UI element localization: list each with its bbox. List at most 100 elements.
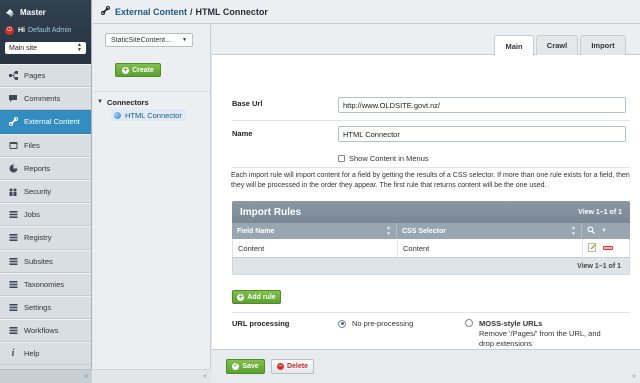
grid-title: Import Rules xyxy=(240,206,302,218)
plus-icon: + xyxy=(122,66,130,74)
nav-item-jobs[interactable]: Jobs xyxy=(0,203,91,227)
edit-panel: Main Crawl Import Base Url http://www.OL… xyxy=(212,25,640,383)
greeting: Hi xyxy=(18,27,25,34)
save-button[interactable]: ✓ Save xyxy=(226,359,265,374)
nav-item-settings[interactable]: Settings xyxy=(0,295,91,320)
logout-icon[interactable]: ⏻ xyxy=(5,26,14,35)
sort-icon: ▲ ▼ xyxy=(571,225,576,237)
show-in-menus-row: Show Content in Menus xyxy=(338,154,429,163)
silverstripe-logo-icon[interactable] xyxy=(5,7,15,17)
settings-icon xyxy=(8,302,18,312)
nav-item-workflows[interactable]: Workflows xyxy=(0,319,91,343)
resize-grip-icon[interactable]: « xyxy=(632,373,636,380)
action-bar: ✓ Save – Delete « xyxy=(212,349,640,383)
nav-item-files[interactable]: Files xyxy=(0,133,91,157)
grid-search-cell: ▼ xyxy=(582,223,630,239)
nav-item-taxonomies[interactable]: Taxonomies xyxy=(0,272,91,296)
minus-icon: – xyxy=(276,363,284,370)
tab-bar: Main Crawl Import xyxy=(212,25,640,56)
tree-footer: « xyxy=(93,369,211,383)
tree-panel: StaticSiteContent... ▼ + Create ▼ Connec… xyxy=(93,25,211,383)
grid-footer: View 1–1 of 1 xyxy=(232,257,630,275)
link-icon xyxy=(8,117,18,127)
list-icon xyxy=(8,233,18,243)
show-in-menus-label: Show Content in Menus xyxy=(349,154,429,163)
grid-title-bar: Import Rules View 1–1 of 1 xyxy=(232,201,630,223)
select-arrows-icon: ▲ ▼ xyxy=(77,42,82,53)
url-processing-label: URL processing xyxy=(232,319,290,328)
tab-import[interactable]: Import xyxy=(580,35,626,55)
base-url-input[interactable]: http://www.OLDSITE.govt.nz/ xyxy=(338,97,626,113)
check-icon: ✓ xyxy=(232,363,240,370)
name-input[interactable]: HTML Connector xyxy=(338,126,626,142)
show-in-menus-checkbox[interactable] xyxy=(338,155,345,162)
delete-row-icon[interactable] xyxy=(603,244,613,253)
column-header-css-selector[interactable]: CSS Selector ▲ ▼ xyxy=(397,223,582,239)
nav-item-security[interactable]: Security xyxy=(0,179,91,204)
column-header-field-name[interactable]: Field Name ▲ ▼ xyxy=(232,223,397,239)
tab-crawl[interactable]: Crawl xyxy=(536,35,578,55)
site-select[interactable]: Main site ▲ ▼ xyxy=(5,42,86,54)
globe-icon xyxy=(114,111,121,119)
collapse-grip-icon[interactable]: « xyxy=(203,373,207,380)
tab-main[interactable]: Main xyxy=(494,35,534,56)
page-title: HTML Connector xyxy=(195,6,268,17)
base-url-label: Base Url xyxy=(232,99,263,108)
link-icon xyxy=(100,5,111,17)
tree-node-connectors[interactable]: ▼ Connectors xyxy=(97,97,210,107)
table-row[interactable]: Content Content xyxy=(232,239,630,257)
breadcrumb-link[interactable]: External Content xyxy=(115,7,187,17)
delete-button[interactable]: – Delete xyxy=(271,359,314,374)
base-url-row: Base Url xyxy=(232,99,262,108)
collapse-grip-icon[interactable]: « xyxy=(84,373,88,380)
list-icon xyxy=(8,256,18,266)
divider xyxy=(232,312,630,313)
import-rules-help-text: Each import rule will import content for… xyxy=(231,172,630,189)
cell-field-name: Content xyxy=(233,239,398,257)
list-icon xyxy=(8,279,18,289)
radio-selected[interactable] xyxy=(338,319,346,328)
url-option-moss[interactable]: MOSS-style URLs Remove '/Pages/' from th… xyxy=(465,319,601,349)
divider xyxy=(232,167,630,168)
nav-item-comments[interactable]: Comments xyxy=(0,87,91,111)
plus-icon: + xyxy=(237,293,245,301)
chevron-down-icon[interactable]: ▼ xyxy=(601,228,607,234)
expand-triangle-icon[interactable]: ▼ xyxy=(97,99,103,105)
users-icon xyxy=(8,187,18,197)
breadcrumb: External Content / HTML Connector xyxy=(93,0,640,24)
list-icon xyxy=(8,210,18,220)
grid-header-row: Field Name ▲ ▼ CSS Selector ▲ ▼ ▼ xyxy=(232,223,630,239)
nav-header: Master ⏻ Hi Default Admin Main site ▲ ▼ xyxy=(0,0,91,64)
url-option-no-preprocessing[interactable]: No pre-processing xyxy=(338,319,413,328)
grid-count: View 1–1 of 1 xyxy=(578,208,622,216)
app-title[interactable]: Master xyxy=(20,8,46,17)
connector-type-select[interactable]: StaticSiteContent... ▼ xyxy=(105,33,193,47)
create-button[interactable]: + Create xyxy=(115,63,161,77)
name-row: Name xyxy=(232,129,252,138)
nav-item-help[interactable]: i Help xyxy=(0,342,91,366)
add-rule-button[interactable]: + Add rule xyxy=(232,290,281,304)
comment-icon xyxy=(8,94,18,104)
user-name-link[interactable]: Default Admin xyxy=(28,27,72,34)
nav-item-reports[interactable]: Reports xyxy=(0,156,91,180)
row-actions xyxy=(583,239,629,257)
search-icon[interactable] xyxy=(587,226,595,236)
name-label: Name xyxy=(232,129,253,138)
files-icon xyxy=(8,140,18,150)
edit-icon[interactable] xyxy=(588,242,597,254)
nav-item-external-content[interactable]: External Content xyxy=(0,110,91,134)
nav-item-registry[interactable]: Registry xyxy=(0,226,91,250)
nav-item-subsites[interactable]: Subsites xyxy=(0,249,91,273)
left-nav: Master ⏻ Hi Default Admin Main site ▲ ▼ P… xyxy=(0,0,92,383)
help-icon: i xyxy=(11,348,15,360)
chevron-down-icon: ▼ xyxy=(182,37,187,43)
nav-footer: « xyxy=(0,369,92,383)
divider xyxy=(232,120,630,121)
sitemap-icon xyxy=(8,71,18,81)
chart-icon xyxy=(8,163,18,173)
tree-node-html-connector[interactable]: HTML Connector xyxy=(111,109,186,121)
nav-item-pages[interactable]: Pages xyxy=(0,64,91,88)
radio-unselected[interactable] xyxy=(465,319,473,327)
sort-icon: ▲ ▼ xyxy=(386,225,391,237)
grid-count-footer: View 1–1 of 1 xyxy=(577,262,621,270)
